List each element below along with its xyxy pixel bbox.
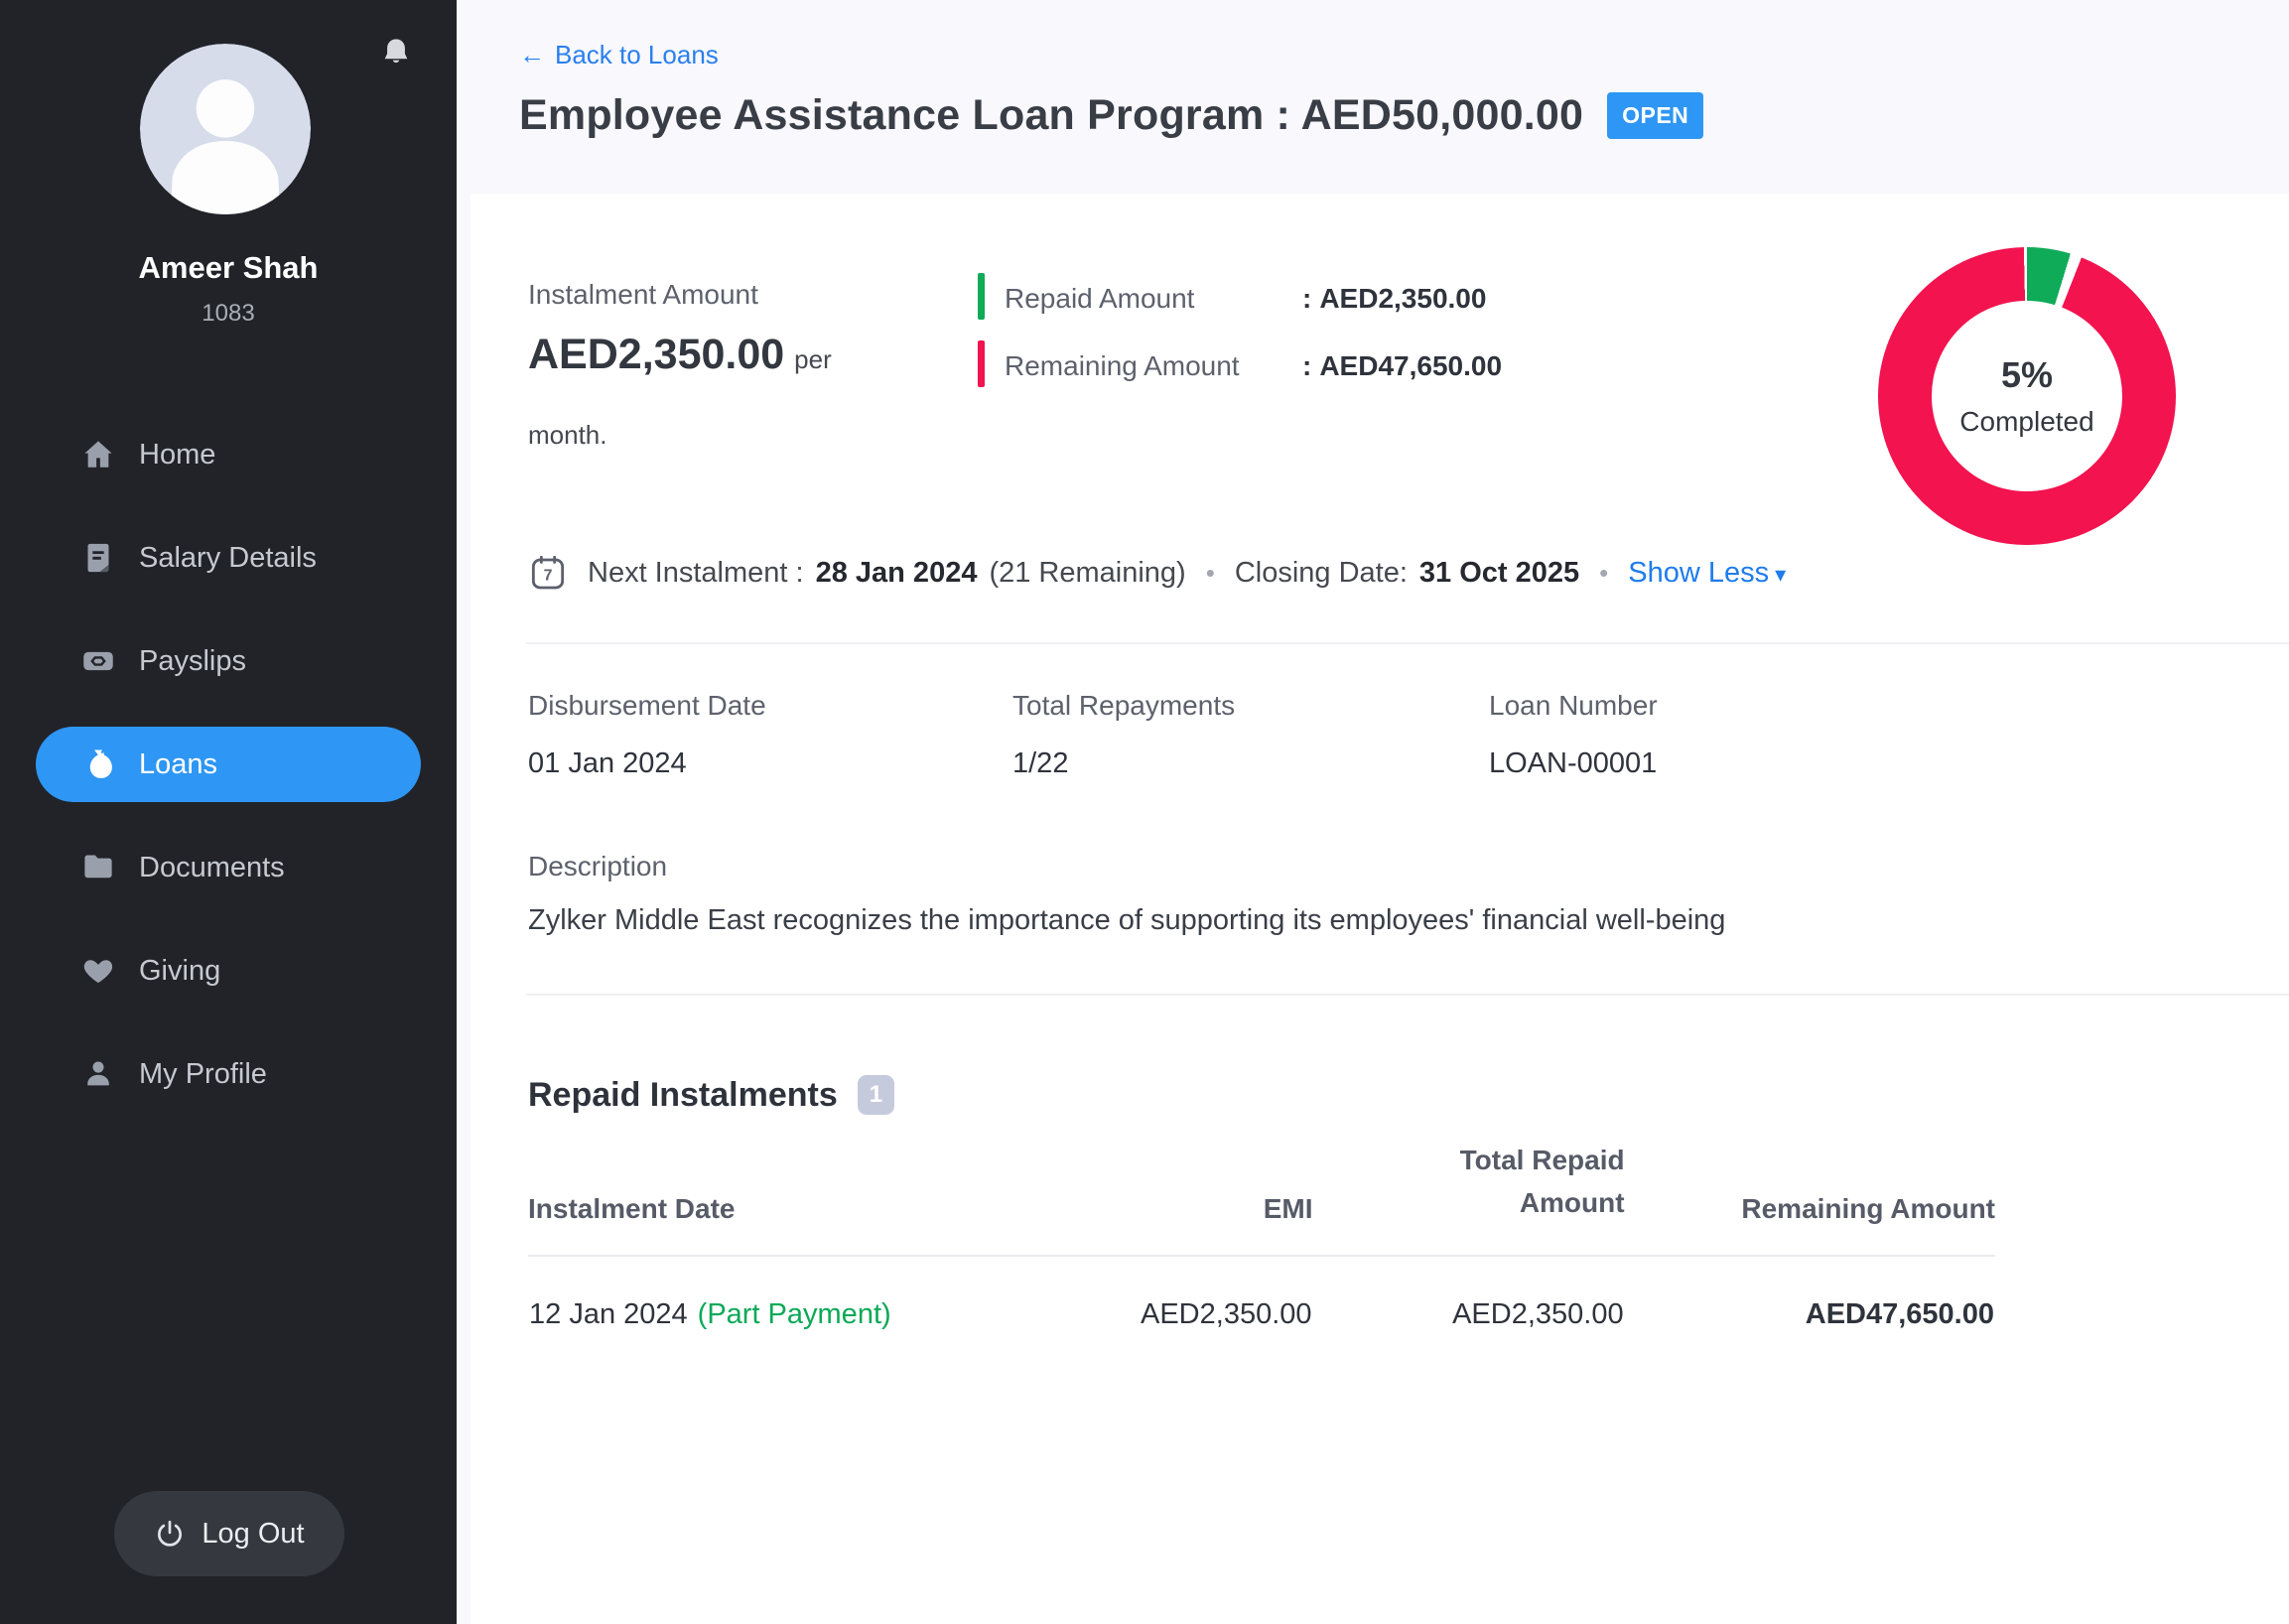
employee-id: 1083	[0, 300, 457, 328]
sidebar-item-label: Payslips	[139, 645, 246, 678]
sidebar-item-label: Giving	[139, 955, 220, 988]
repayment-progress-donut: 5% Completed	[1878, 247, 2176, 545]
detail-value: LOAN-00001	[1489, 747, 1658, 780]
dot-separator: •	[1206, 558, 1215, 589]
repaid-color-bar	[978, 273, 985, 320]
heart-icon	[81, 954, 115, 988]
sidebar-item-label: My Profile	[139, 1058, 267, 1091]
sidebar-item-documents[interactable]: Documents	[36, 830, 421, 905]
instalment-amount-label: Instalment Amount	[528, 279, 758, 311]
instalment-date-cell: 12 Jan 2024(Part Payment)	[528, 1256, 1060, 1332]
remaining-amount-row: Remaining Amount : AED47,650.00	[1005, 350, 1502, 382]
remaining-cell: AED47,650.00	[1625, 1256, 1995, 1332]
column-header: Remaining Amount	[1625, 1139, 1995, 1256]
divider	[526, 994, 2289, 996]
salary-document-icon	[81, 541, 115, 575]
column-header: Total Repaid Amount	[1313, 1139, 1625, 1256]
remaining-amount-value: AED47,650.00	[1319, 350, 1502, 382]
detail-label: Disbursement Date	[528, 690, 766, 722]
back-arrow-icon: ←	[519, 40, 545, 70]
next-instalment-date: 28 Jan 2024	[816, 557, 978, 590]
loan-detail-disbursement-date: Disbursement Date 01 Jan 2024	[528, 690, 766, 780]
emi-cell: AED2,350.00	[1060, 1256, 1313, 1332]
remaining-color-bar	[978, 340, 985, 387]
donut-percent: 5%	[2001, 354, 2053, 396]
notification-bell-icon[interactable]	[379, 36, 413, 69]
instalments-count-badge: 1	[858, 1075, 894, 1115]
logout-label: Log Out	[202, 1518, 304, 1551]
folder-icon	[81, 851, 115, 884]
sidebar-nav: Home Salary Details Payslips Loans Documents…	[0, 417, 457, 1140]
page-title: Employee Assistance Loan Program : AED50…	[519, 91, 1583, 140]
calendar-icon: 7	[528, 553, 568, 593]
instalment-amount: AED2,350.00per	[528, 331, 832, 379]
detail-label: Total Repayments	[1012, 690, 1235, 722]
table-row: 12 Jan 2024(Part Payment)AED2,350.00AED2…	[528, 1256, 1995, 1332]
back-link-label: Back to Loans	[555, 40, 719, 70]
sidebar-item-label: Loans	[139, 748, 217, 781]
repaid-amount-value: AED2,350.00	[1319, 283, 1486, 315]
description-label: Description	[528, 851, 667, 882]
sidebar-item-label: Documents	[139, 852, 285, 884]
total-repaid-cell: AED2,350.00	[1313, 1256, 1625, 1332]
sidebar: Ameer Shah 1083 Home Salary Details Paysli…	[0, 0, 457, 1624]
per-month-suffix: month.	[528, 420, 607, 451]
sidebar-item-payslips[interactable]: Payslips	[36, 623, 421, 699]
sidebar-item-my-profile[interactable]: My Profile	[36, 1036, 421, 1112]
part-payment-tag: (Part Payment)	[698, 1298, 891, 1330]
logout-button[interactable]: Log Out	[114, 1491, 344, 1576]
banknote-icon	[81, 644, 115, 678]
money-bag-icon	[81, 747, 115, 781]
loan-detail-total-repayments: Total Repayments 1/22	[1012, 690, 1235, 780]
sidebar-item-home[interactable]: Home	[36, 417, 421, 492]
repaid-amount-row: Repaid Amount : AED2,350.00	[1005, 283, 1486, 315]
detail-value: 1/22	[1012, 747, 1235, 780]
sidebar-item-loans[interactable]: Loans	[36, 727, 421, 802]
person-icon	[81, 1057, 115, 1091]
back-to-loans-link[interactable]: ← Back to Loans	[519, 40, 719, 70]
show-less-toggle[interactable]: Show Less▾	[1628, 557, 1786, 590]
column-header: EMI	[1060, 1139, 1313, 1256]
closing-date-value: 31 Oct 2025	[1419, 557, 1579, 590]
instalments-remaining: (21 Remaining)	[989, 557, 1185, 590]
employee-name: Ameer Shah	[0, 250, 457, 286]
avatar	[140, 44, 311, 214]
sidebar-item-giving[interactable]: Giving	[36, 933, 421, 1009]
main-content: ← Back to Loans Employee Assistance Loan…	[457, 0, 2289, 1624]
sidebar-item-label: Home	[139, 439, 215, 472]
column-header: Instalment Date	[528, 1139, 1060, 1256]
next-instalment-label: Next Instalment :	[588, 557, 804, 590]
home-icon	[81, 438, 115, 472]
status-badge: OPEN	[1607, 92, 1703, 139]
detail-value: 01 Jan 2024	[528, 747, 766, 780]
chevron-down-icon: ▾	[1775, 562, 1786, 587]
loan-detail-card: Instalment Amount AED2,350.00per month. …	[471, 194, 2289, 1624]
repaid-instalments-heading: Repaid Instalments	[528, 1076, 838, 1115]
sidebar-item-label: Salary Details	[139, 542, 317, 575]
loan-detail-loan-number: Loan Number LOAN-00001	[1489, 690, 1658, 780]
repaid-instalments-table: Instalment DateEMITotal Repaid AmountRem…	[528, 1139, 1995, 1332]
detail-label: Loan Number	[1489, 690, 1658, 722]
description-text: Zylker Middle East recognizes the import…	[528, 904, 1725, 937]
power-icon	[154, 1518, 186, 1550]
dot-separator: •	[1599, 558, 1608, 589]
divider	[526, 642, 2289, 644]
sidebar-item-salary-details[interactable]: Salary Details	[36, 520, 421, 596]
closing-date-label: Closing Date:	[1235, 557, 1408, 590]
svg-text:7: 7	[544, 568, 553, 585]
next-instalment-row: 7 Next Instalment : 28 Jan 2024 (21 Rema…	[528, 543, 1786, 603]
donut-completed-label: Completed	[1959, 406, 2093, 438]
